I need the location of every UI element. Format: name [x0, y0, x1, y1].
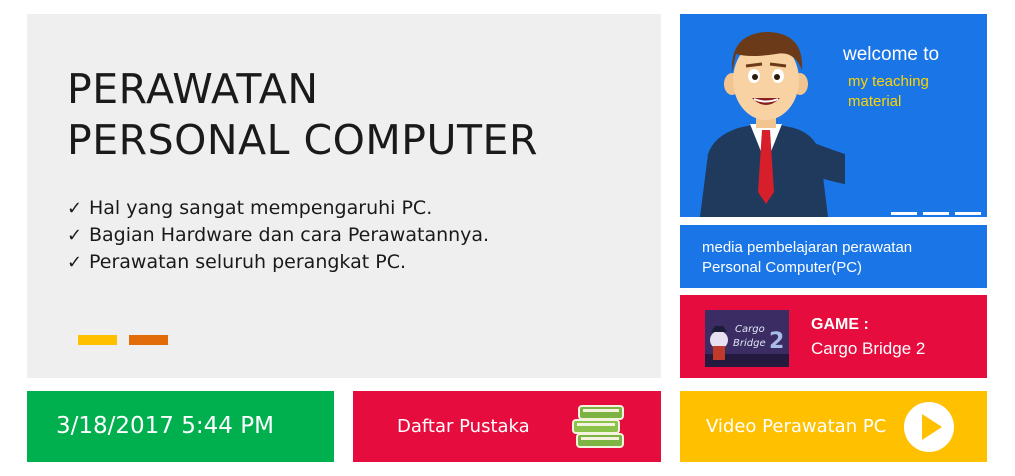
datetime-text: 3/18/2017 5:44 PM	[56, 413, 274, 439]
bibliography-button[interactable]: Daftar Pustaka	[353, 391, 661, 462]
play-icon[interactable]	[903, 401, 955, 453]
thumb-title-1: Cargo	[735, 324, 765, 335]
welcome-subheading: my teaching material	[848, 73, 929, 110]
topic-list: ✓ Hal yang sangat mempengaruhi PC. ✓ Bagia…	[67, 195, 489, 276]
slide-indicator[interactable]	[891, 212, 917, 215]
books-icon	[572, 405, 624, 448]
list-item: ✓ Bagian Hardware dan cara Perawatannya.	[67, 222, 489, 249]
teacher-illustration-icon	[700, 32, 845, 217]
game-name: Cargo Bridge 2	[811, 339, 926, 358]
video-button[interactable]: Video Perawatan PC	[680, 391, 987, 462]
title-line-2: PERSONAL COMPUTER	[67, 116, 538, 164]
page-indicator-2[interactable]	[129, 335, 168, 345]
list-item-text: Perawatan seluruh perangkat PC.	[89, 251, 406, 273]
video-label: Video Perawatan PC	[706, 416, 887, 437]
bibliography-label: Daftar Pustaka	[397, 416, 530, 437]
datetime-tile: 3/18/2017 5:44 PM	[27, 391, 334, 462]
title-line-1: PERAWATAN	[67, 65, 319, 113]
media-info-tile[interactable]: media pembelajaran perawatan Personal Co…	[680, 225, 987, 288]
list-item-text: Hal yang sangat mempengaruhi PC.	[89, 197, 433, 219]
thumb-title-2: Bridge	[733, 338, 766, 349]
game-label: GAME :	[811, 316, 869, 333]
welcome-heading: welcome to	[843, 44, 940, 65]
check-icon: ✓	[67, 252, 83, 273]
page-title: PERAWATAN PERSONAL COMPUTER	[67, 64, 538, 166]
media-line-2: Personal Computer(PC)	[702, 259, 863, 276]
check-icon: ✓	[67, 225, 83, 246]
game-tile[interactable]: Cargo Bridge 2 GAME : Cargo Bridge 2	[680, 295, 987, 378]
welcome-tile[interactable]: welcome to my teaching material	[680, 14, 987, 217]
slide-indicator[interactable]	[955, 212, 981, 215]
slide-indicator[interactable]	[923, 212, 949, 215]
cargo-bridge-logo-icon: Cargo Bridge 2	[705, 310, 789, 367]
thumb-number: 2	[769, 329, 784, 354]
list-item: ✓ Hal yang sangat mempengaruhi PC.	[67, 195, 489, 222]
intro-panel: PERAWATAN PERSONAL COMPUTER ✓ Hal yang sa…	[27, 14, 661, 378]
media-line-1: media pembelajaran perawatan	[702, 239, 913, 256]
list-item-text: Bagian Hardware dan cara Perawatannya.	[89, 224, 490, 246]
check-icon: ✓	[67, 198, 83, 219]
page-indicator-1[interactable]	[78, 335, 117, 345]
list-item: ✓ Perawatan seluruh perangkat PC.	[67, 249, 489, 276]
game-thumbnail: Cargo Bridge 2	[705, 310, 789, 367]
